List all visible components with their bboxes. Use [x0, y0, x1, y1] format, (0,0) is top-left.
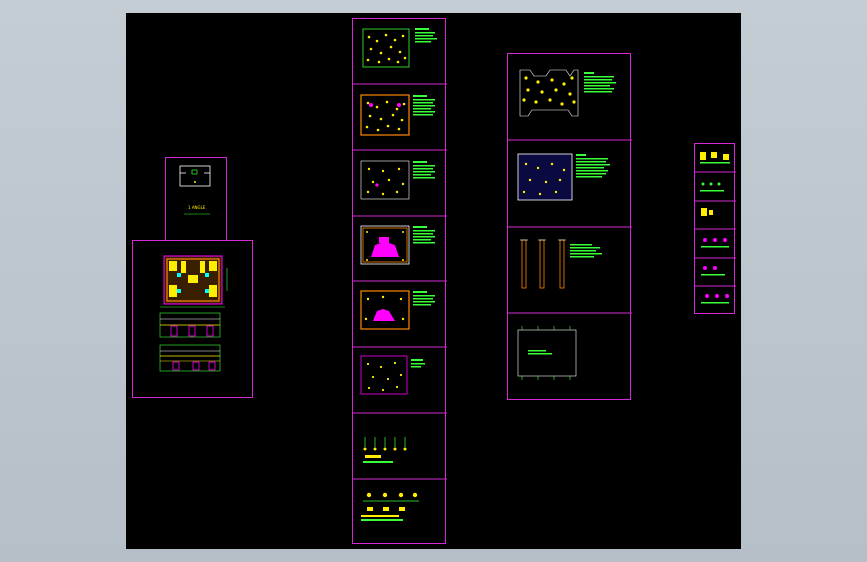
- detail-plans-drawing: [508, 69, 632, 380]
- title-sheet-frame: 1 ANGLE: [165, 157, 227, 241]
- ceiling-plans-drawing: [353, 28, 447, 521]
- ceiling-plans-sheet: [352, 18, 447, 544]
- cad-model-space[interactable]: 1 ANGLE: [126, 13, 741, 549]
- icon-sheets-frame: [694, 143, 736, 314]
- icon-sheets-drawing: [695, 152, 736, 304]
- layout-plan-sheet: [132, 240, 253, 398]
- detail-plans-sheet: [507, 53, 632, 400]
- angle-label: 1 ANGLE: [188, 205, 206, 210]
- title-sketch: [179, 165, 211, 215]
- floor-plan-drawing: [159, 255, 228, 372]
